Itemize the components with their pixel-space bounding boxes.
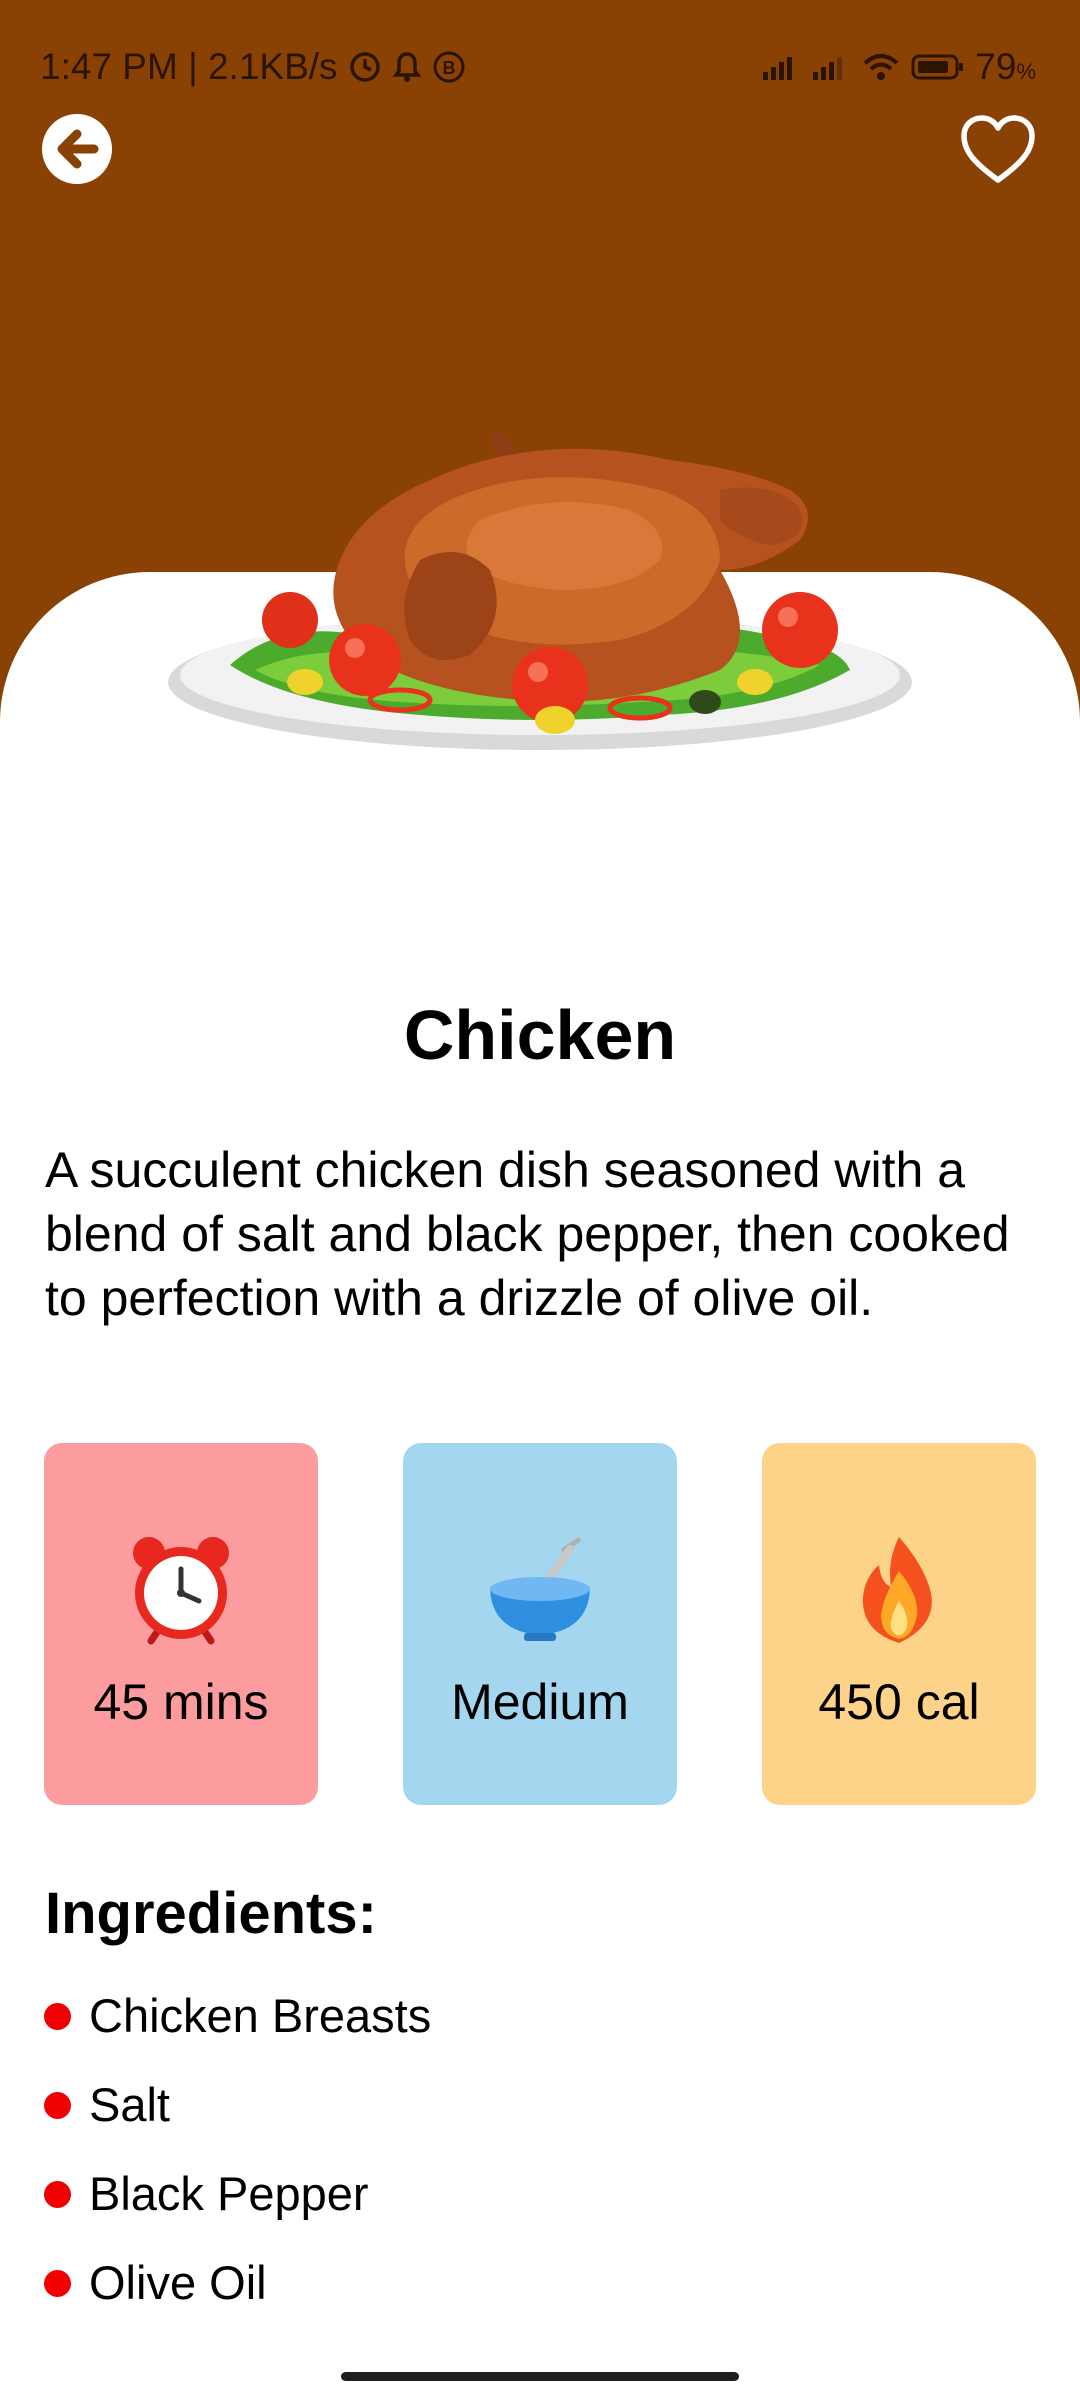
status-bar: 1:47 PM | 2.1KB/s B 79% (0, 0, 1080, 130)
list-item: Olive Oil (44, 2245, 431, 2334)
signal-icon-2 (813, 57, 843, 80)
battery-level: 79% (975, 46, 1036, 87)
favorite-button[interactable] (958, 110, 1038, 190)
svg-text:B: B (442, 58, 455, 78)
arrow-left-icon (57, 129, 99, 169)
status-time: 1:47 PM | 2.1KB/s (40, 46, 338, 87)
bullet-icon (44, 2270, 71, 2297)
stat-label-time: 45 mins (93, 1674, 269, 1730)
roast-chicken-image (168, 432, 912, 750)
signal-icon (763, 57, 793, 80)
list-item: Black Pepper (44, 2156, 431, 2245)
bullet-icon (44, 2181, 71, 2208)
fire-icon (839, 1531, 959, 1651)
bullet-icon (44, 2092, 71, 2119)
recipe-title: Chicken (403, 996, 677, 1074)
heart-outline-icon (961, 115, 1035, 183)
home-indicator[interactable] (341, 2372, 739, 2381)
bullet-icon (44, 2003, 71, 2030)
list-item: Salt (44, 2067, 431, 2156)
stat-card-difficulty: Medium (403, 1443, 677, 1805)
alarm-clock-icon (121, 1531, 241, 1651)
notification-bell-icon (392, 52, 422, 82)
stat-card-time: 45 mins (44, 1443, 318, 1805)
b-badge-icon: B (433, 51, 465, 83)
stat-label-calories: 450 cal (818, 1674, 980, 1730)
sync-icon (349, 52, 380, 82)
stat-label-difficulty: Medium (451, 1674, 629, 1730)
ingredients-heading: Ingredients: (45, 1881, 377, 1946)
mixing-bowl-icon (480, 1531, 600, 1651)
recipe-description: A succulent chicken dish seasoned with a… (45, 1142, 1010, 1326)
battery-icon (911, 54, 964, 80)
back-button[interactable] (42, 114, 112, 184)
list-item: Chicken Breasts (44, 1978, 431, 2067)
ingredients-list: Chicken Breasts Salt Black Pepper Olive … (44, 1978, 431, 2334)
stat-card-calories: 450 cal (762, 1443, 1036, 1805)
wifi-icon (863, 54, 899, 80)
